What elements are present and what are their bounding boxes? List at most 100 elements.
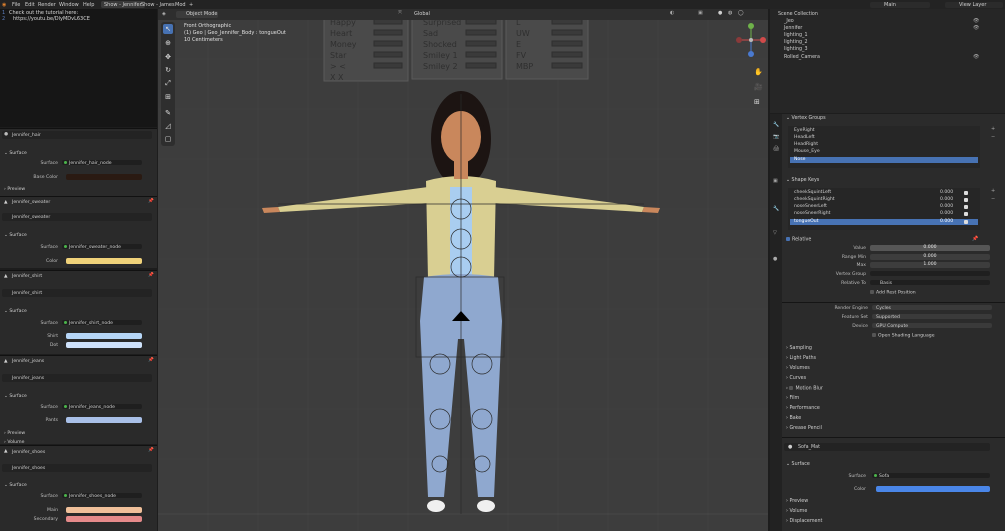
shape-key-value[interactable]: 0.000 bbox=[940, 219, 953, 225]
secondary-color-swatch[interactable] bbox=[66, 516, 142, 522]
pin-icon[interactable]: 📌 bbox=[148, 273, 154, 278]
cursor-tool-icon[interactable]: ⊕ bbox=[163, 38, 173, 48]
preview-section-header[interactable]: › Preview bbox=[4, 187, 25, 192]
visibility-eye-icon[interactable]: 👁 bbox=[973, 18, 979, 24]
vertex-groups-header[interactable]: ⌄ Vertex Groups bbox=[786, 116, 826, 121]
object-tab-icon[interactable]: ▣ bbox=[773, 178, 778, 184]
preview-section-header[interactable]: › Preview bbox=[4, 431, 25, 436]
shape-key-item[interactable]: cheekSquintLeft 0.000 bbox=[790, 190, 978, 196]
menu-render[interactable]: Render bbox=[38, 2, 56, 8]
shape-key-checkbox[interactable] bbox=[964, 220, 968, 224]
vertex-group-item-selected[interactable]: Nose bbox=[790, 157, 978, 163]
shape-key-checkbox[interactable] bbox=[964, 212, 968, 216]
visibility-eye-icon[interactable]: 👁 bbox=[973, 54, 979, 60]
relative-checkbox[interactable]: Relative bbox=[786, 237, 811, 243]
pin-icon[interactable]: 📌 bbox=[148, 448, 154, 453]
sofa-displacement-section[interactable]: › Displacement bbox=[786, 519, 822, 524]
performance-section[interactable]: › Performance bbox=[786, 406, 820, 411]
outliner-item[interactable]: lighting_3 bbox=[784, 47, 808, 52]
surface-section-header[interactable]: ⌄ Surface bbox=[4, 483, 27, 488]
camera-view-icon[interactable]: 🎥 bbox=[754, 83, 763, 91]
base-color-swatch[interactable] bbox=[66, 174, 142, 180]
bake-section[interactable]: › Bake bbox=[786, 416, 801, 421]
grease-pencil-section[interactable]: › Grease Pencil bbox=[786, 426, 822, 431]
navigation-gizmo[interactable] bbox=[733, 22, 769, 58]
measure-tool-icon[interactable]: ◿ bbox=[163, 121, 173, 131]
light-paths-section[interactable]: › Light Paths bbox=[786, 356, 816, 361]
blender-logo-icon[interactable]: ◉ bbox=[2, 2, 6, 8]
shading-solid-icon[interactable]: ● bbox=[718, 10, 722, 16]
shading-material-icon[interactable]: ◍ bbox=[728, 10, 732, 16]
editor-type-icon[interactable]: ◈ bbox=[162, 11, 166, 17]
material-name[interactable]: Jennifer_jeans bbox=[12, 376, 44, 381]
menu-file[interactable]: File bbox=[12, 2, 20, 8]
annotate-tool-icon[interactable]: ✎ bbox=[163, 108, 173, 118]
vertex-group-item[interactable]: HeadRight bbox=[790, 142, 978, 148]
range-min-field[interactable]: 0.000 bbox=[870, 254, 990, 260]
curves-section[interactable]: › Curves bbox=[786, 376, 806, 381]
perspective-toggle-icon[interactable]: ⊞ bbox=[754, 98, 760, 106]
outliner-item[interactable]: lighting_1 bbox=[784, 33, 808, 38]
pan-icon[interactable]: ✋ bbox=[754, 68, 763, 76]
tool-tab-icon[interactable]: 🔧 bbox=[773, 122, 779, 128]
scale-tool-icon[interactable]: ⤢ bbox=[163, 78, 173, 88]
shape-key-item[interactable]: noseSneerLeft 0.000 bbox=[790, 204, 978, 210]
scene-selector[interactable] bbox=[870, 2, 930, 8]
select-tool-icon[interactable]: ↖ bbox=[163, 24, 173, 34]
outliner-item[interactable]: _Jeo bbox=[784, 19, 794, 24]
add-cube-tool-icon[interactable]: ▢ bbox=[163, 134, 173, 144]
shape-key-checkbox[interactable] bbox=[964, 191, 968, 195]
shape-key-checkbox[interactable] bbox=[964, 198, 968, 202]
menu-window[interactable]: Window bbox=[59, 2, 79, 8]
shape-key-value[interactable]: 0.000 bbox=[940, 190, 953, 196]
shirt-color-swatch[interactable] bbox=[66, 333, 142, 339]
shape-key-value[interactable]: 0.000 bbox=[940, 197, 953, 203]
add-shape-key-icon[interactable]: + bbox=[991, 188, 995, 194]
add-rest-position-checkbox[interactable]: Add Rest Position bbox=[870, 290, 916, 296]
gizmo-y-axis[interactable] bbox=[748, 51, 754, 57]
menu-edit[interactable]: Edit bbox=[25, 2, 35, 8]
pin-icon[interactable]: 📌 bbox=[972, 236, 978, 242]
surface-section-header[interactable]: ⌄ Surface bbox=[4, 233, 27, 238]
data-tab-icon[interactable]: ▽ bbox=[773, 230, 777, 236]
remove-shape-key-icon[interactable]: − bbox=[991, 196, 995, 202]
material-tab-icon[interactable]: ● bbox=[773, 256, 777, 262]
surface-section-header[interactable]: ⌄ Surface bbox=[4, 151, 27, 156]
output-tab-icon[interactable]: 🖨 bbox=[773, 146, 779, 152]
gizmo-neg-x-axis[interactable] bbox=[736, 37, 742, 43]
gizmo-center[interactable] bbox=[749, 38, 753, 42]
remove-vertex-group-icon[interactable]: − bbox=[991, 134, 995, 140]
vertex-group-item[interactable]: EyeRight bbox=[790, 128, 978, 134]
value-field[interactable]: 0.000 bbox=[870, 245, 990, 251]
outliner-item[interactable]: Rolled_Camera bbox=[784, 55, 820, 60]
gizmo-z-axis[interactable] bbox=[748, 23, 754, 29]
outliner-item[interactable]: lighting_2 bbox=[784, 40, 808, 45]
main-color-swatch[interactable] bbox=[66, 507, 142, 513]
pants-color-swatch[interactable] bbox=[66, 417, 142, 423]
vertex-group-field[interactable] bbox=[870, 271, 990, 276]
sofa-volume-section[interactable]: › Volume bbox=[786, 509, 807, 514]
sofa-preview-section[interactable]: › Preview bbox=[786, 499, 808, 504]
sofa-surface-section[interactable]: ⌄ Surface bbox=[786, 462, 810, 467]
transform-icon[interactable]: ⤧ bbox=[398, 10, 402, 16]
add-vertex-group-icon[interactable]: + bbox=[991, 126, 995, 132]
osl-checkbox[interactable]: Open Shading Language bbox=[872, 333, 935, 339]
overlay-icon[interactable]: ◐ bbox=[670, 10, 674, 16]
xray-icon[interactable]: ▣ bbox=[698, 10, 703, 16]
material-name[interactable]: Jennifer_sweater bbox=[12, 215, 50, 220]
outliner-item[interactable]: Jennifer bbox=[784, 26, 802, 31]
add-workspace-icon[interactable]: + bbox=[189, 2, 193, 8]
workspace-tab-mod[interactable]: Mod bbox=[172, 1, 189, 8]
material-name[interactable]: Jennifer_shoes bbox=[12, 466, 45, 471]
sampling-section[interactable]: › Sampling bbox=[786, 346, 812, 351]
shape-key-item[interactable]: cheekSquintRight 0.000 bbox=[790, 197, 978, 203]
outliner-scene-collection[interactable]: Scene Collection bbox=[778, 12, 818, 17]
sweater-color-swatch[interactable] bbox=[66, 258, 142, 264]
text-editor[interactable]: 1 Check out the tutorial here: 2 https:/… bbox=[0, 9, 157, 127]
visibility-eye-icon[interactable]: 👁 bbox=[973, 25, 979, 31]
dot-color-swatch[interactable] bbox=[66, 342, 142, 348]
shape-key-checkbox[interactable] bbox=[964, 205, 968, 209]
film-section[interactable]: › Film bbox=[786, 396, 799, 401]
shading-rendered-icon[interactable]: ◯ bbox=[738, 10, 744, 16]
shape-keys-header[interactable]: ⌄ Shape Keys bbox=[786, 178, 819, 183]
